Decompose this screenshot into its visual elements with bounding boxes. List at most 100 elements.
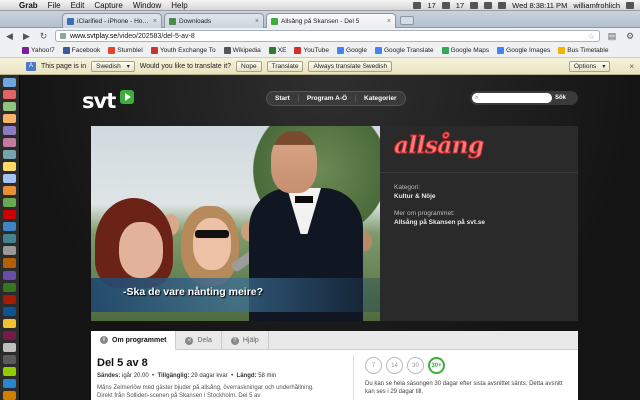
- menu-file[interactable]: File: [43, 1, 66, 10]
- tab-dela[interactable]: < Dela: [176, 331, 222, 350]
- new-tab-button[interactable]: [400, 16, 414, 25]
- back-arrow-icon[interactable]: ◀: [4, 31, 15, 42]
- tab-om-programmet[interactable]: i Om programmet: [91, 331, 177, 350]
- bookmark-star-icon[interactable]: ☆: [588, 32, 595, 41]
- meta-label: Sändes:: [97, 373, 121, 379]
- address-bar[interactable]: www.svtplay.se/video/202583/del-5-av-8 ☆: [55, 30, 600, 42]
- dock-app-icon[interactable]: [3, 150, 16, 160]
- dock-app-icon[interactable]: [3, 138, 16, 148]
- battery-icon[interactable]: [498, 1, 507, 9]
- dock-app-icon[interactable]: [3, 330, 16, 340]
- url-path: /video/202583/del-5-av-8: [117, 32, 195, 40]
- translate-icon: A: [26, 61, 36, 71]
- bookmark-favicon-icon: [268, 47, 276, 54]
- status-icon[interactable]: [441, 1, 450, 9]
- program-logo[interactable]: allsång: [394, 132, 485, 160]
- age-option[interactable]: 14: [386, 357, 403, 374]
- volume-icon[interactable]: [484, 1, 493, 9]
- svt-logo[interactable]: svt: [82, 89, 116, 113]
- menu-edit[interactable]: Edit: [66, 1, 90, 10]
- wifi-icon[interactable]: [470, 1, 479, 9]
- dock-app-icon[interactable]: [3, 162, 16, 172]
- close-icon[interactable]: ×: [255, 18, 259, 25]
- forward-arrow-icon[interactable]: ▶: [21, 31, 32, 42]
- dock-app-icon[interactable]: [3, 342, 16, 352]
- translate-button[interactable]: Translate: [266, 60, 304, 72]
- bookmark-item[interactable]: Google Translate: [374, 47, 434, 54]
- status-icon[interactable]: [413, 1, 422, 9]
- bookmark-item[interactable]: XE: [268, 47, 286, 54]
- more-about-link[interactable]: Allsång på Skansen på svt.se: [394, 219, 485, 226]
- dock-app-icon[interactable]: [3, 318, 16, 328]
- reload-icon[interactable]: ↻: [38, 31, 49, 42]
- dock-app-icon[interactable]: [3, 258, 16, 268]
- bookmark-item[interactable]: Facebook: [62, 47, 100, 54]
- browser-tab-active[interactable]: Allsång på Skansen - Del 5 ×: [266, 13, 396, 28]
- share-icon: <: [185, 336, 194, 345]
- bookmark-item[interactable]: Google Maps: [441, 47, 489, 54]
- bookmark-item[interactable]: Youth Exchange To: [150, 47, 216, 54]
- dock-app-icon[interactable]: [3, 366, 16, 376]
- options-button[interactable]: Options: [568, 60, 611, 72]
- dock-app-icon[interactable]: [3, 174, 16, 184]
- close-icon[interactable]: ×: [153, 18, 157, 25]
- bookmark-item[interactable]: Bus Timetable: [558, 47, 608, 54]
- video-player[interactable]: -Ska de vare nånting meire?: [91, 126, 380, 321]
- menu-help[interactable]: Help: [166, 1, 192, 10]
- category-link[interactable]: Kultur & Nöje: [394, 193, 436, 200]
- age-option[interactable]: 7: [365, 357, 382, 374]
- menu-capture[interactable]: Capture: [89, 1, 127, 10]
- dock-app-icon[interactable]: [3, 294, 16, 304]
- language-select[interactable]: Swedish: [91, 60, 135, 72]
- program-side-panel: allsång Kategori: Kultur & Nöje Mer om p…: [380, 126, 578, 321]
- wrench-icon[interactable]: ⚙: [624, 31, 636, 42]
- play-logo-icon[interactable]: [120, 90, 134, 104]
- dock-app-icon[interactable]: [3, 234, 16, 244]
- always-translate-button[interactable]: Always translate Swedish: [308, 60, 393, 72]
- tab-hjalp[interactable]: ? Hjälp: [222, 331, 269, 350]
- nope-button[interactable]: Nope: [236, 60, 262, 72]
- site-info-icon[interactable]: [60, 33, 66, 39]
- browser-tab[interactable]: Downloads ×: [164, 13, 264, 28]
- dock-app-icon[interactable]: [3, 378, 16, 388]
- dock-app-icon[interactable]: [3, 186, 16, 196]
- menu-window[interactable]: Window: [128, 1, 166, 10]
- menubar-user[interactable]: williamfrohlich: [573, 1, 620, 10]
- dock-app-icon[interactable]: [3, 246, 16, 256]
- dock-app-icon[interactable]: [3, 354, 16, 364]
- bookmark-item[interactable]: YouTube: [294, 47, 329, 54]
- dock-app-icon[interactable]: [3, 78, 16, 88]
- bookmark-item[interactable]: StumbleI: [108, 47, 143, 54]
- dock-app-icon[interactable]: [3, 390, 16, 400]
- dock-app-icon[interactable]: [3, 126, 16, 136]
- bookmark-favicon-icon: [223, 47, 231, 54]
- age-option[interactable]: 30: [407, 357, 424, 374]
- dock-app-icon[interactable]: [3, 90, 16, 100]
- close-icon[interactable]: ×: [629, 62, 634, 71]
- dock-app-icon[interactable]: [3, 198, 16, 208]
- dock-app-icon[interactable]: [3, 282, 16, 292]
- dock-app-icon[interactable]: [3, 306, 16, 316]
- dock-app-icon[interactable]: [3, 222, 16, 232]
- nav-kategorier[interactable]: Kategorier: [356, 95, 405, 102]
- bookmark-item[interactable]: Google: [337, 47, 367, 54]
- menubar-clock[interactable]: Wed 8:38:11 PM: [512, 1, 567, 10]
- page-menu-icon[interactable]: ▤: [606, 31, 618, 42]
- close-icon[interactable]: ×: [387, 18, 391, 25]
- dock-app-icon[interactable]: [3, 102, 16, 112]
- search-button[interactable]: Sök: [555, 95, 566, 101]
- search-input[interactable]: ⌕: [472, 93, 552, 103]
- nav-program-a-o[interactable]: Program A-Ö: [299, 95, 357, 102]
- translate-prefix: This page is in: [41, 62, 87, 70]
- dock-app-icon[interactable]: [3, 114, 16, 124]
- nav-start[interactable]: Start: [267, 95, 299, 102]
- bookmark-item[interactable]: Yahoo!7: [22, 47, 55, 54]
- dock-app-icon[interactable]: [3, 210, 16, 220]
- dock-app-icon[interactable]: [3, 270, 16, 280]
- browser-tab[interactable]: iClarified - iPhone - How to ×: [62, 13, 162, 28]
- spotlight-icon[interactable]: [626, 1, 634, 9]
- menu-grab[interactable]: Grab: [14, 1, 43, 10]
- bookmark-item[interactable]: Wikipedia: [223, 47, 261, 54]
- bookmark-item[interactable]: Google Images: [497, 47, 550, 54]
- age-option-active[interactable]: 30+: [428, 357, 445, 374]
